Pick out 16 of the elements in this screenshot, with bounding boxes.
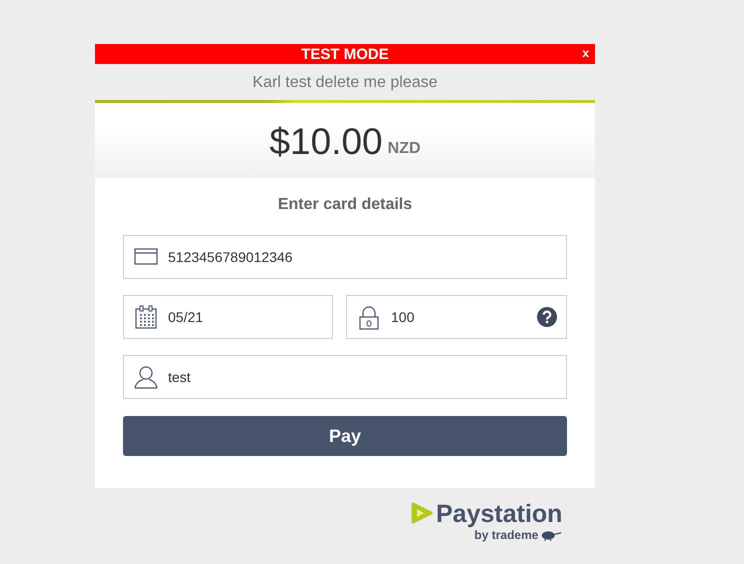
currency-code: NZD [388, 140, 421, 158]
brand-name: Paystation [436, 500, 562, 528]
close-button[interactable]: x [580, 46, 591, 61]
merchant-name: Karl test delete me please [252, 73, 438, 93]
input-field[interactable]: test [123, 355, 567, 399]
form-heading: Enter card details [276, 196, 414, 214]
input-field[interactable]: 100 [346, 295, 567, 339]
help-icon[interactable] [537, 307, 557, 327]
byline-text: by trademe [474, 528, 538, 542]
test-mode-label: TEST MODE [301, 46, 389, 62]
input-field[interactable]: 05/21 [123, 295, 333, 339]
input-field[interactable]: 5123456789012346 [123, 235, 567, 279]
kiwi-bird-icon [540, 530, 562, 540]
play-logo-icon [411, 502, 433, 524]
pay-button[interactable]: Pay [123, 416, 567, 456]
amount-value: $10.00 [269, 120, 383, 162]
